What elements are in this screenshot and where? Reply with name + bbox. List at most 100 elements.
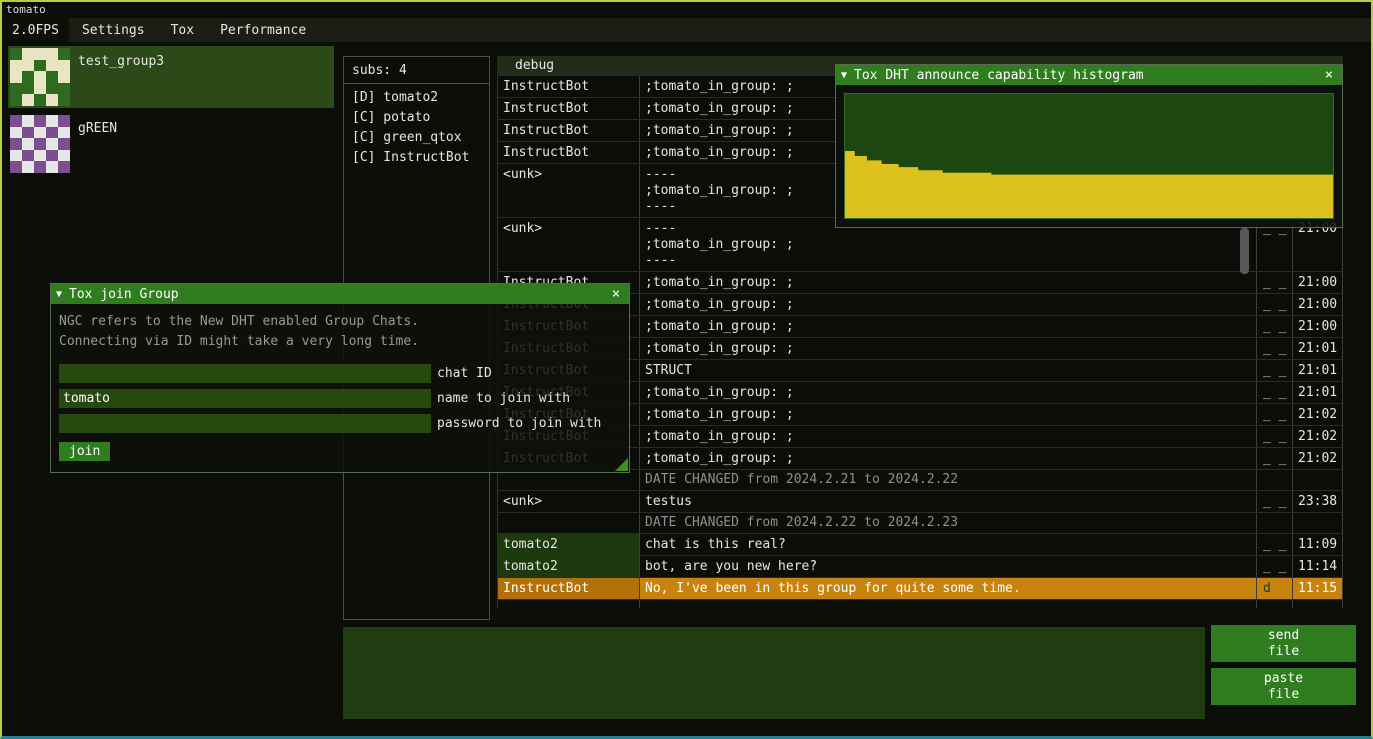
join-field-row: name to join with [59, 389, 621, 408]
collapse-icon[interactable]: ▼ [56, 289, 62, 300]
message-text: chat is this real? [639, 534, 1256, 555]
sender-name: <unk> [498, 164, 639, 217]
field-label: chat ID [437, 366, 492, 381]
avatar-pixel [10, 150, 22, 162]
avatar-pixel [58, 150, 70, 162]
member-item[interactable]: [C] green_qtox [344, 128, 489, 148]
sender-name: InstructBot [498, 578, 639, 599]
message-time [1292, 513, 1343, 533]
resize-grip[interactable] [615, 458, 628, 471]
message-row: tomato2bot, are you new here?_ _11:14 [498, 556, 1342, 578]
message-text: ;tomato_in_group: ; [639, 382, 1256, 403]
message-flags: _ _ [1256, 382, 1292, 403]
close-icon[interactable]: × [1321, 67, 1337, 83]
join-field-row: password to join with [59, 414, 621, 433]
sender-name: <unk> [498, 491, 639, 512]
avatar-pixel [46, 150, 58, 162]
message-time: 21:01 [1292, 360, 1343, 381]
join-group-window: ▼ Tox join Group × NGC refers to the New… [50, 283, 630, 473]
message-flags: _ _ [1256, 294, 1292, 315]
avatar-pixel [46, 83, 58, 95]
histogram-window-body [836, 85, 1342, 227]
sender-name [498, 513, 639, 533]
message-line: ---- [645, 253, 1256, 269]
member-item[interactable]: [D] tomato2 [344, 88, 489, 108]
avatar-pixel [22, 48, 34, 60]
paste-file-button[interactable]: paste file [1211, 668, 1356, 705]
password-to-join-with-input[interactable] [59, 414, 431, 433]
avatar-pixel [34, 94, 46, 106]
message-time: 11:15 [1292, 578, 1343, 599]
chat-ID-input[interactable] [59, 364, 431, 383]
avatar-pixel [34, 83, 46, 95]
window-titlebar[interactable]: tomato [2, 2, 1371, 18]
send-file-button[interactable]: send file [1211, 625, 1356, 662]
system-row: DATE CHANGED from 2024.2.22 to 2024.2.23 [498, 513, 1342, 534]
message-flags: _ _ [1256, 534, 1292, 555]
avatar-pixel [22, 115, 34, 127]
message-flags: _ _ [1256, 338, 1292, 359]
message-text: ;tomato_in_group: ; [639, 404, 1256, 425]
join-field-row: chat ID [59, 364, 621, 383]
message-input[interactable] [343, 627, 1205, 719]
avatar-pixel [22, 94, 34, 106]
member-item[interactable]: [C] potato [344, 108, 489, 128]
member-item[interactable]: [C] InstructBot [344, 148, 489, 168]
group-avatar-icon [10, 115, 70, 173]
message-flags: _ _ [1256, 360, 1292, 381]
app-window: tomato 2.0FPS SettingsToxPerformance tes… [0, 0, 1373, 739]
menu-item-tox[interactable]: Tox [158, 18, 207, 42]
avatar-pixel [58, 115, 70, 127]
message-line: ;tomato_in_group: ; [645, 385, 1256, 401]
table-filler [498, 600, 1342, 608]
sender-name: InstructBot [498, 98, 639, 119]
join-fields: chat ID name to join with password to join… [59, 364, 621, 433]
fps-counter: 2.0FPS [2, 18, 69, 42]
avatar-pixel [34, 127, 46, 139]
message-flags [1256, 513, 1292, 533]
message-flags: _ _ [1256, 556, 1292, 577]
histogram-window-titlebar[interactable]: ▼ Tox DHT announce capability histogram … [836, 65, 1342, 85]
message-line: chat is this real? [645, 537, 1256, 553]
message-line: No, I've been in this group for quite so… [645, 581, 1256, 597]
message-line: STRUCT [645, 363, 1256, 379]
message-text: ;tomato_in_group: ; [639, 294, 1256, 315]
menu-item-settings[interactable]: Settings [69, 18, 158, 42]
avatar-pixel [58, 83, 70, 95]
join-info-line: Connecting via ID might take a very long… [59, 332, 621, 352]
avatar-pixel [34, 48, 46, 60]
menubar: 2.0FPS SettingsToxPerformance [2, 18, 1371, 42]
message-text: No, I've been in this group for quite so… [639, 578, 1256, 599]
message-flags: d [1256, 578, 1292, 599]
join-window-titlebar[interactable]: ▼ Tox join Group × [51, 284, 629, 304]
message-line: ;tomato_in_group: ; [645, 237, 1256, 253]
group-item-gREEN[interactable]: gREEN [8, 113, 334, 175]
close-icon[interactable]: × [608, 286, 624, 302]
avatar-pixel [22, 83, 34, 95]
collapse-icon[interactable]: ▼ [841, 70, 847, 81]
avatar-pixel [22, 127, 34, 139]
message-text: bot, are you new here? [639, 556, 1256, 577]
avatar-pixel [10, 138, 22, 150]
message-text: ;tomato_in_group: ; [639, 426, 1256, 447]
message-time: 21:01 [1292, 382, 1343, 403]
avatar-pixel [10, 115, 22, 127]
menu: SettingsToxPerformance [69, 18, 319, 42]
menu-item-performance[interactable]: Performance [207, 18, 319, 42]
sender-name: InstructBot [498, 76, 639, 97]
avatar-pixel [46, 161, 58, 173]
avatar-pixel [58, 48, 70, 60]
group-item-test_group3[interactable]: test_group3 [8, 46, 334, 108]
name-to-join-with-input[interactable] [59, 389, 431, 408]
avatar-pixel [58, 60, 70, 72]
chat-scrollbar-thumb[interactable] [1240, 228, 1249, 274]
avatar-pixel [10, 127, 22, 139]
avatar-pixel [46, 48, 58, 60]
join-button[interactable]: join [59, 442, 110, 461]
message-text: ;tomato_in_group: ; [639, 272, 1256, 293]
sender-name: InstructBot [498, 120, 639, 141]
avatar-pixel [22, 161, 34, 173]
avatar-pixel [10, 94, 22, 106]
message-text: ;tomato_in_group: ; [639, 448, 1256, 469]
message-text: STRUCT [639, 360, 1256, 381]
